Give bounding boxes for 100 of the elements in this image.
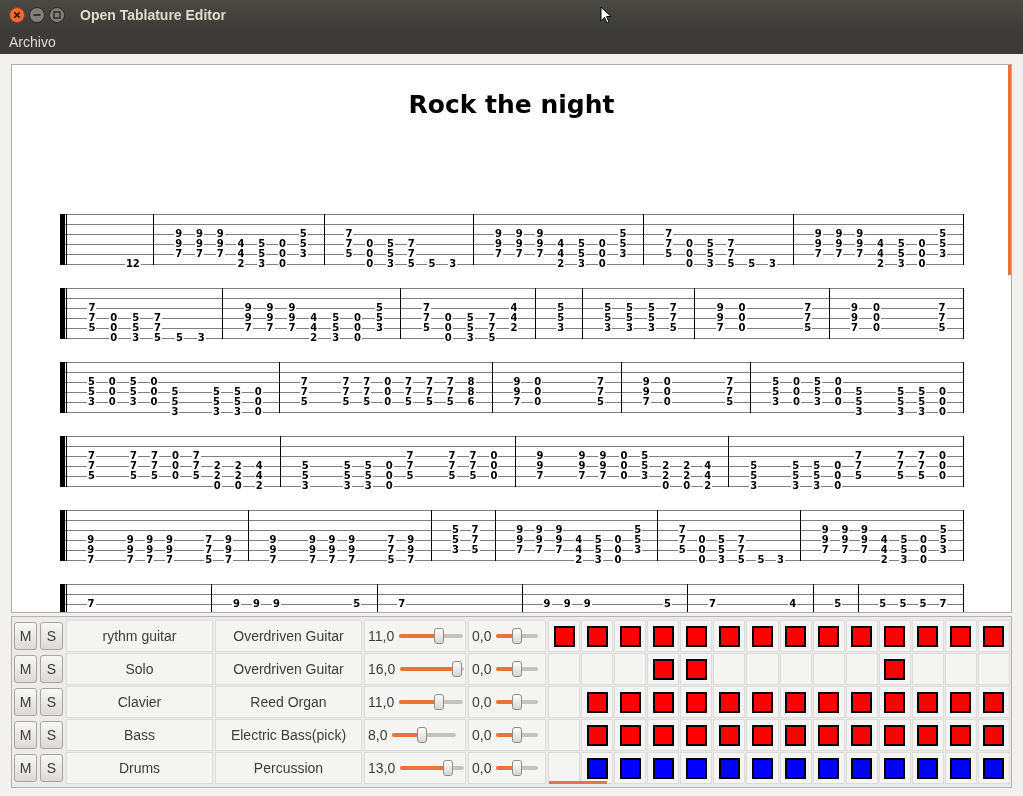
pattern-cell[interactable] bbox=[680, 620, 713, 652]
slider-thumb[interactable] bbox=[434, 628, 445, 644]
pattern-cell[interactable] bbox=[944, 752, 977, 784]
pattern-cell[interactable] bbox=[548, 620, 581, 652]
pattern-cell[interactable] bbox=[812, 620, 845, 652]
solo-button[interactable]: S bbox=[40, 655, 63, 683]
pattern-cell[interactable] bbox=[746, 686, 779, 718]
slider-thumb[interactable] bbox=[512, 661, 523, 677]
pattern-cell[interactable] bbox=[845, 653, 878, 685]
pattern-cell[interactable] bbox=[779, 752, 812, 784]
pattern-cell[interactable] bbox=[911, 653, 944, 685]
pattern-cell[interactable] bbox=[581, 719, 614, 751]
pattern-cell[interactable] bbox=[614, 686, 647, 718]
balance-slider[interactable] bbox=[496, 727, 539, 743]
pattern-cell[interactable] bbox=[812, 653, 845, 685]
pattern-cell[interactable] bbox=[878, 653, 911, 685]
scrollbar-indicator[interactable] bbox=[1008, 65, 1011, 275]
pattern-cell[interactable] bbox=[911, 620, 944, 652]
pattern-cell[interactable] bbox=[779, 653, 812, 685]
pattern-cell[interactable] bbox=[977, 686, 1010, 718]
pattern-cell[interactable] bbox=[647, 620, 680, 652]
pattern-cell[interactable] bbox=[548, 719, 581, 751]
slider-thumb[interactable] bbox=[452, 661, 463, 677]
balance-slider[interactable] bbox=[496, 760, 539, 776]
menu-item[interactable]: Archivo bbox=[9, 34, 56, 50]
pattern-cell[interactable] bbox=[911, 752, 944, 784]
pattern-cell[interactable] bbox=[581, 686, 614, 718]
pattern-cell[interactable] bbox=[548, 686, 581, 718]
pattern-cell[interactable] bbox=[713, 653, 746, 685]
pattern-cell[interactable] bbox=[779, 719, 812, 751]
pattern-cell[interactable] bbox=[878, 620, 911, 652]
pattern-cell[interactable] bbox=[977, 719, 1010, 751]
pattern-cell[interactable] bbox=[944, 620, 977, 652]
pattern-cell[interactable] bbox=[713, 620, 746, 652]
balance-slider[interactable] bbox=[496, 694, 539, 710]
mute-button[interactable]: M bbox=[14, 688, 37, 716]
pattern-cell[interactable] bbox=[779, 620, 812, 652]
balance-slider[interactable] bbox=[496, 661, 539, 677]
mute-button[interactable]: M bbox=[14, 622, 37, 650]
pattern-cell[interactable] bbox=[548, 653, 581, 685]
slider-thumb[interactable] bbox=[512, 628, 523, 644]
pattern-cell[interactable] bbox=[977, 752, 1010, 784]
slider-thumb[interactable] bbox=[512, 760, 523, 776]
mute-button[interactable]: M bbox=[14, 721, 37, 749]
minimize-icon[interactable] bbox=[29, 7, 45, 23]
slider-thumb[interactable] bbox=[512, 694, 523, 710]
pattern-cell[interactable] bbox=[548, 752, 581, 784]
pattern-cell[interactable] bbox=[845, 686, 878, 718]
pattern-cell[interactable] bbox=[845, 752, 878, 784]
solo-button[interactable]: S bbox=[40, 721, 63, 749]
close-icon[interactable] bbox=[9, 7, 25, 23]
pattern-cell[interactable] bbox=[977, 620, 1010, 652]
pattern-cell[interactable] bbox=[647, 686, 680, 718]
pattern-cell[interactable] bbox=[581, 653, 614, 685]
pattern-cell[interactable] bbox=[614, 719, 647, 751]
pattern-cell[interactable] bbox=[746, 620, 779, 652]
solo-button[interactable]: S bbox=[40, 754, 63, 782]
pattern-cell[interactable] bbox=[713, 719, 746, 751]
pattern-cell[interactable] bbox=[878, 719, 911, 751]
pattern-cell[interactable] bbox=[680, 653, 713, 685]
solo-button[interactable]: S bbox=[40, 622, 63, 650]
mute-button[interactable]: M bbox=[14, 754, 37, 782]
slider-thumb[interactable] bbox=[512, 727, 523, 743]
pattern-cell[interactable] bbox=[977, 653, 1010, 685]
mute-button[interactable]: M bbox=[14, 655, 37, 683]
volume-slider[interactable] bbox=[400, 760, 465, 776]
pattern-cell[interactable] bbox=[911, 686, 944, 718]
pattern-cell[interactable] bbox=[713, 686, 746, 718]
pattern-cell[interactable] bbox=[647, 752, 680, 784]
pattern-cell[interactable] bbox=[614, 752, 647, 784]
volume-slider[interactable] bbox=[399, 628, 464, 644]
solo-button[interactable]: S bbox=[40, 688, 63, 716]
pattern-cell[interactable] bbox=[647, 719, 680, 751]
pattern-cell[interactable] bbox=[680, 752, 713, 784]
pattern-cell[interactable] bbox=[845, 620, 878, 652]
volume-slider[interactable] bbox=[400, 661, 465, 677]
volume-slider[interactable] bbox=[392, 727, 457, 743]
pattern-cell[interactable] bbox=[911, 719, 944, 751]
pattern-cell[interactable] bbox=[680, 686, 713, 718]
pattern-cell[interactable] bbox=[878, 752, 911, 784]
pattern-cell[interactable] bbox=[680, 719, 713, 751]
pattern-cell[interactable] bbox=[779, 686, 812, 718]
scrollbar-indicator[interactable] bbox=[549, 781, 607, 784]
pattern-cell[interactable] bbox=[944, 686, 977, 718]
pattern-cell[interactable] bbox=[812, 686, 845, 718]
pattern-cell[interactable] bbox=[614, 620, 647, 652]
pattern-cell[interactable] bbox=[614, 653, 647, 685]
pattern-cell[interactable] bbox=[647, 653, 680, 685]
pattern-cell[interactable] bbox=[812, 719, 845, 751]
slider-thumb[interactable] bbox=[443, 760, 454, 776]
slider-thumb[interactable] bbox=[434, 694, 445, 710]
maximize-icon[interactable] bbox=[49, 7, 65, 23]
slider-thumb[interactable] bbox=[417, 727, 428, 743]
pattern-cell[interactable] bbox=[812, 752, 845, 784]
pattern-cell[interactable] bbox=[713, 752, 746, 784]
pattern-cell[interactable] bbox=[845, 719, 878, 751]
pattern-cell[interactable] bbox=[746, 752, 779, 784]
pattern-cell[interactable] bbox=[878, 686, 911, 718]
balance-slider[interactable] bbox=[496, 628, 539, 644]
pattern-cell[interactable] bbox=[944, 653, 977, 685]
